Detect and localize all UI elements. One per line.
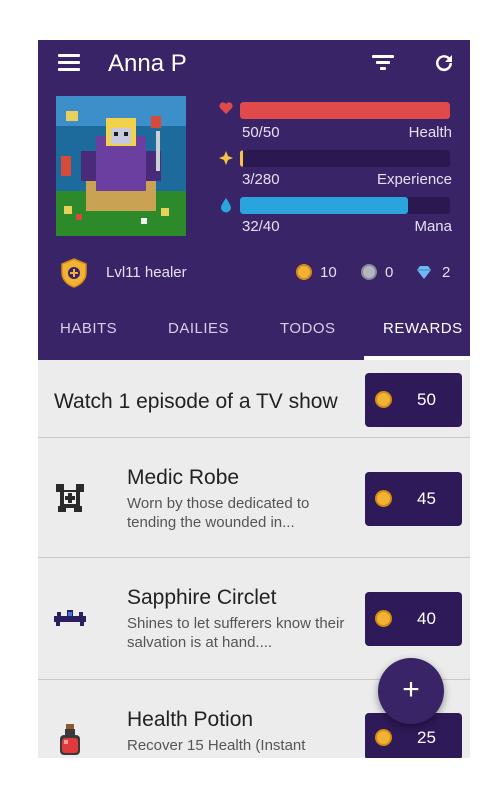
price: 25 xyxy=(417,728,436,747)
gold-coin-icon xyxy=(375,729,392,746)
price: 50 xyxy=(417,390,436,409)
gold-count: 10 xyxy=(320,264,337,281)
gem-icon xyxy=(417,266,431,279)
buy-button[interactable]: 40 xyxy=(365,592,462,646)
star-icon xyxy=(219,151,233,165)
health-potion-icon xyxy=(60,724,80,755)
medic-robe-icon xyxy=(56,484,84,512)
add-reward-button[interactable]: + xyxy=(378,658,444,724)
gold-coin-icon xyxy=(375,391,392,408)
silver-count: 0 xyxy=(385,264,394,281)
silver-coin-icon xyxy=(361,264,377,280)
price: 40 xyxy=(417,609,436,628)
buy-button[interactable]: 45 xyxy=(365,472,462,526)
experience-bar xyxy=(240,150,450,167)
mana-label: Mana xyxy=(414,218,452,235)
tab-rewards[interactable]: REWARDS xyxy=(383,320,463,337)
gold-coin-icon xyxy=(375,490,392,507)
health-bar xyxy=(240,102,450,119)
health-bar-fill xyxy=(240,102,450,119)
health-value: 50/50 xyxy=(242,124,280,141)
tab-todos[interactable]: TODOS xyxy=(280,320,336,337)
hamburger-menu-icon[interactable] xyxy=(58,54,80,71)
user-name: Anna P xyxy=(108,50,187,77)
header: Anna P 50/50 Health 3/280 Experience 32/… xyxy=(38,40,470,360)
reward-title: Watch 1 episode of a TV show xyxy=(54,390,338,413)
gold-coin-icon xyxy=(375,610,392,627)
list-item[interactable]: Medic Robe Worn by those dedicated to te… xyxy=(38,438,470,558)
reward-title: Medic Robe xyxy=(127,466,240,489)
app-screen: Anna P 50/50 Health 3/280 Experience 32/… xyxy=(38,40,470,758)
health-label: Health xyxy=(408,124,452,141)
reward-description: Recover 15 Health (Instant xyxy=(127,737,306,754)
healer-shield-icon xyxy=(61,258,87,288)
reward-description: Shines to let sufferers know their salva… xyxy=(127,615,345,651)
tab-habits[interactable]: HABITS xyxy=(60,320,117,337)
mana-bar-fill xyxy=(240,197,408,214)
avatar[interactable] xyxy=(56,96,186,236)
experience-bar-fill xyxy=(240,150,243,167)
level-label: Lvl11 healer xyxy=(106,264,187,281)
buy-button[interactable]: 50 xyxy=(365,373,462,427)
sapphire-circlet-icon xyxy=(54,610,86,626)
gem-count: 2 xyxy=(442,264,451,281)
heart-icon xyxy=(219,102,233,114)
tab-bar: HABITS DAILIES TODOS REWARDS xyxy=(38,310,470,360)
reward-description: Worn by those dedicated to tending the w… xyxy=(127,495,310,531)
mana-bar xyxy=(240,197,450,214)
tab-dailies[interactable]: DAILIES xyxy=(168,320,229,337)
reward-title: Health Potion xyxy=(127,708,254,731)
gold-coin-icon xyxy=(296,264,312,280)
stats-row: Lvl11 healer 10 0 2 xyxy=(38,256,470,288)
refresh-icon[interactable] xyxy=(432,51,456,75)
price: 45 xyxy=(417,489,436,508)
toolbar: Anna P xyxy=(38,40,470,86)
experience-label: Experience xyxy=(376,171,452,188)
mana-drop-icon xyxy=(221,198,231,213)
reward-title: Sapphire Circlet xyxy=(127,586,277,609)
plus-icon: + xyxy=(402,673,420,706)
list-item[interactable]: Watch 1 episode of a TV show 50 xyxy=(38,360,470,438)
filter-icon[interactable] xyxy=(372,55,394,71)
experience-value: 3/280 xyxy=(242,171,280,188)
mana-value: 32/40 xyxy=(242,218,280,235)
